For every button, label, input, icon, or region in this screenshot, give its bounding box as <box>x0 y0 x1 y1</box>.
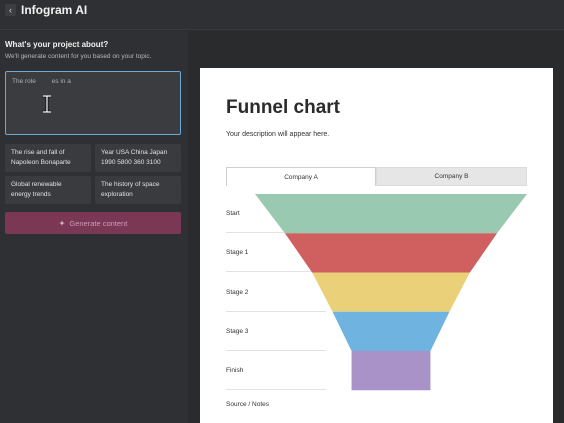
chevron-left-icon[interactable]: ‹ <box>5 4 16 16</box>
generate-content-label: Generate content <box>69 218 128 228</box>
funnel-segment-finish[interactable] <box>351 351 431 391</box>
prompt-title: What's your project about? <box>5 40 109 49</box>
suggestion-line: exploration <box>101 190 133 198</box>
suggestion-line: Napoleon Bonaparte <box>11 158 71 166</box>
sidebar: What's your project about? We'll generat… <box>0 31 188 423</box>
funnel-segment-start[interactable] <box>255 194 527 234</box>
funnel-chart <box>255 194 527 391</box>
text-cursor-icon <box>43 95 51 113</box>
app-title: Infogram AI <box>21 3 88 17</box>
suggestion-line: Global renewable <box>11 181 62 188</box>
suggestion-space-exploration[interactable]: The history of space exploration <box>95 176 181 204</box>
suggestion-line: Year USA China Japan <box>101 149 168 156</box>
suggestion-line: energy trends <box>11 190 51 198</box>
top-bar: ‹ Infogram AI <box>0 0 564 30</box>
prompt-subtitle: We'll generate content for you based on … <box>5 53 152 60</box>
project-topic-input[interactable]: The role es in a <box>5 71 181 135</box>
preview-area: Funnel chart Your description will appea… <box>189 31 564 423</box>
chart-canvas: Funnel chart Your description will appea… <box>200 68 553 423</box>
funnel-segment-stage-1[interactable] <box>284 233 498 273</box>
funnel-segment-stage-2[interactable] <box>312 272 470 312</box>
suggestion-napoleon[interactable]: The rise and fall of Napoleon Bonaparte <box>5 144 91 172</box>
suggestion-line: 1990 5800 360 3100 <box>101 158 161 166</box>
suggestion-line: The rise and fall of <box>11 149 65 156</box>
funnel-segment-stage-3[interactable] <box>332 311 450 351</box>
generate-content-button[interactable]: ✦ Generate content <box>5 212 181 234</box>
sparkle-icon: ✦ <box>58 218 66 228</box>
prompt-text-tail: es in a <box>51 78 71 85</box>
suggestion-year-data[interactable]: Year USA China Japan 1990 5800 360 3100 <box>95 144 181 172</box>
prompt-text: The role <box>12 78 38 85</box>
suggestion-renewable-energy[interactable]: Global renewable energy trends <box>5 176 91 204</box>
suggestion-line: The history of space <box>101 181 160 188</box>
source-notes: Source / Notes <box>226 401 269 408</box>
